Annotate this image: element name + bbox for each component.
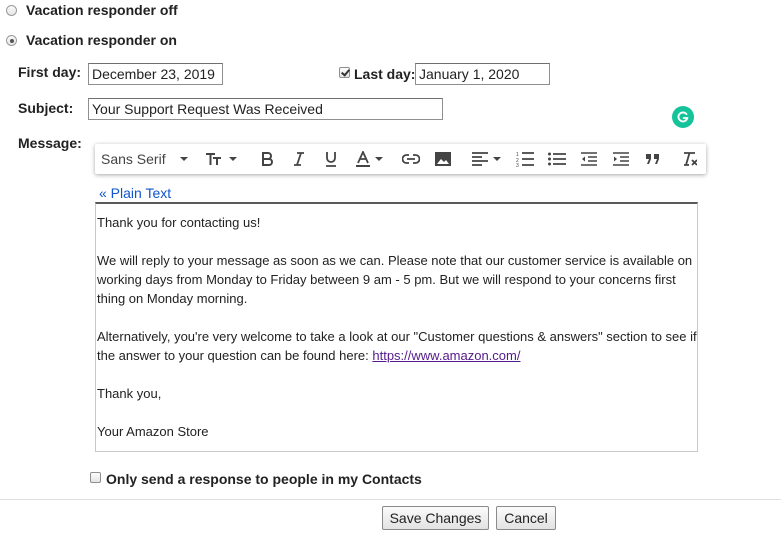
align-button[interactable] <box>467 144 505 174</box>
image-icon <box>435 152 451 166</box>
contacts-only-checkbox[interactable] <box>90 472 101 483</box>
quote-button[interactable] <box>639 144 667 174</box>
contacts-only-label: Only send a response to people in my Con… <box>106 471 422 487</box>
bulleted-list-icon <box>548 152 566 166</box>
message-editor[interactable] <box>95 202 698 452</box>
bold-icon <box>261 152 273 166</box>
grammarly-icon[interactable] <box>672 106 694 128</box>
message-line-with-link: the answer to your question can be found… <box>97 348 520 363</box>
numbered-list-icon: 123 <box>516 151 534 167</box>
remove-formatting-icon <box>681 152 697 166</box>
amazon-link[interactable]: https://www.amazon.com/ <box>372 348 520 363</box>
save-changes-button[interactable]: Save Changes <box>382 506 489 530</box>
message-line: Thank you, <box>97 386 162 401</box>
last-day-input[interactable]: January 1, 2020 <box>415 63 550 85</box>
text-color-icon <box>355 151 370 167</box>
remove-formatting-button[interactable] <box>675 144 703 174</box>
last-day-label: Last day: <box>354 66 416 82</box>
indent-less-button[interactable] <box>575 144 603 174</box>
font-size-icon <box>205 152 224 166</box>
message-label: Message: <box>18 135 82 151</box>
indent-more-button[interactable] <box>607 144 635 174</box>
vacation-on-radio[interactable] <box>6 35 17 46</box>
message-line: We will reply to your message as soon as… <box>97 253 693 268</box>
link-button[interactable] <box>397 144 425 174</box>
cancel-button[interactable]: Cancel <box>496 506 556 530</box>
italic-button[interactable] <box>285 144 313 174</box>
formatting-toolbar: Sans Serif 1 2 3 <box>95 144 706 174</box>
numbered-list-button[interactable]: 123 <box>511 144 539 174</box>
vacation-on-label: Vacation responder on <box>26 32 177 48</box>
font-family-value: Sans Serif <box>101 151 166 167</box>
link-icon <box>402 154 420 164</box>
quote-icon <box>646 154 660 164</box>
bulleted-list-button[interactable] <box>543 144 571 174</box>
underline-button[interactable] <box>317 144 345 174</box>
vacation-off-label: Vacation responder off <box>26 2 178 18</box>
align-left-icon <box>471 152 488 166</box>
first-day-input[interactable]: December 23, 2019 <box>88 63 223 85</box>
text-color-button[interactable] <box>351 144 387 174</box>
indent-less-icon <box>581 152 597 166</box>
font-size-button[interactable] <box>203 144 239 174</box>
message-line: the answer to your question can be found… <box>97 348 373 363</box>
message-line: Alternatively, you're very welcome to ta… <box>97 329 697 344</box>
indent-more-icon <box>613 152 629 166</box>
subject-input[interactable]: Your Support Request Was Received <box>88 98 443 120</box>
message-line: thing on Monday morning. <box>97 291 248 306</box>
footer-divider <box>0 499 781 500</box>
subject-label: Subject: <box>18 100 74 116</box>
insert-image-button[interactable] <box>429 144 457 174</box>
plain-text-link[interactable]: « Plain Text <box>99 185 171 201</box>
message-line: Your Amazon Store <box>97 424 209 439</box>
message-line: working days from Monday to Friday betwe… <box>97 272 676 287</box>
underline-icon <box>324 151 338 167</box>
bold-button[interactable] <box>253 144 281 174</box>
svg-text:3: 3 <box>516 163 519 167</box>
italic-icon <box>293 152 305 166</box>
message-line: Thank you for contacting us! <box>97 215 261 230</box>
vacation-off-radio[interactable] <box>6 5 17 16</box>
first-day-label: First day: <box>18 64 82 80</box>
font-family-select[interactable]: Sans Serif <box>101 144 199 174</box>
last-day-checkbox[interactable] <box>339 67 350 78</box>
